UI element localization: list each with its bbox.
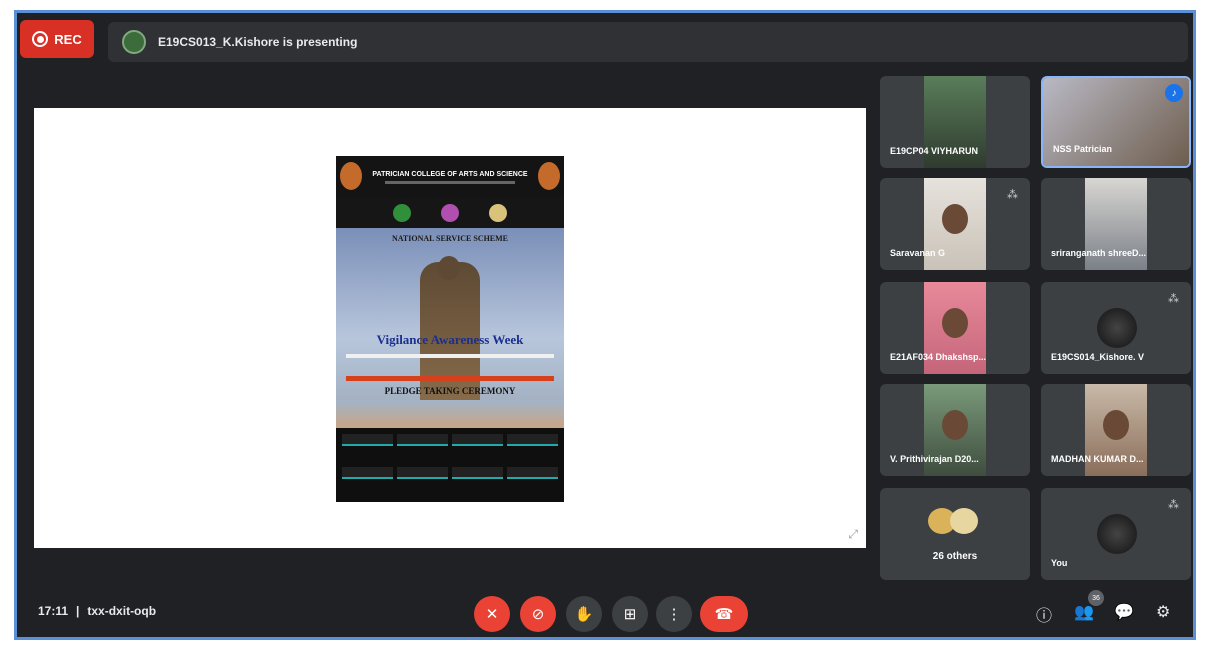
poster-subtitle: PLEDGE TAKING CEREMONY — [384, 386, 516, 396]
participant-name: E19CP04 VIYHARUN — [890, 146, 979, 156]
poster-contact — [507, 434, 558, 446]
participant-tile[interactable]: ⁂ E19CS014_Kishore. V — [1041, 282, 1191, 374]
clock: 17:11 — [38, 604, 69, 618]
participant-face — [942, 308, 968, 338]
mic-off-icon: ⁂ — [1168, 499, 1179, 511]
others-tile[interactable]: 26 others — [880, 488, 1030, 580]
camera-off-icon: ⊘ — [531, 606, 545, 623]
poster-header: PATRICIAN COLLEGE OF ARTS AND SCIENCE — [336, 156, 564, 198]
participant-face — [1103, 410, 1129, 440]
meeting-code: txx-dxit-oqb — [87, 604, 157, 618]
hangup-icon: ☎ — [714, 606, 734, 623]
participant-tile[interactable]: E19CP04 VIYHARUN — [880, 76, 1030, 168]
self-tile[interactable]: ⁂ You — [1041, 488, 1191, 580]
participant-name: E21AF034 Dhakshsp... — [890, 352, 987, 362]
leave-call-button[interactable]: ☎ — [700, 596, 748, 632]
participant-name: MADHAN KUMAR D... — [1051, 454, 1144, 464]
poster-contact — [452, 467, 503, 479]
shared-screen[interactable]: PATRICIAN COLLEGE OF ARTS AND SCIENCE NA… — [34, 108, 866, 548]
participant-name: You — [1051, 558, 1068, 568]
poster-body: NATIONAL SERVICE SCHEME Vigilance Awaren… — [336, 228, 564, 428]
poster-contact — [342, 467, 393, 479]
participant-avatar — [1097, 308, 1137, 348]
participant-name: NSS Patrician — [1053, 144, 1113, 154]
poster-contact — [507, 467, 558, 479]
event-poster: PATRICIAN COLLEGE OF ARTS AND SCIENCE NA… — [336, 156, 564, 502]
participant-face — [942, 204, 968, 234]
poster-contact — [452, 434, 503, 446]
meeting-info: 17:11 | txx-dxit-oqb — [38, 604, 156, 618]
poster-college-name: PATRICIAN COLLEGE OF ARTS AND SCIENCE — [372, 170, 528, 178]
mic-off-icon: ⁂ — [1168, 293, 1179, 305]
activities-icon[interactable]: ⚙ — [1156, 602, 1170, 622]
participant-name: Saravanan G — [890, 248, 946, 258]
participant-name: sriranganath shreeD... — [1051, 248, 1147, 258]
mic-toggle-button[interactable]: ✕ — [474, 596, 510, 632]
poster-footer — [336, 428, 564, 502]
participant-tile[interactable]: ♪ NSS Patrician — [1041, 76, 1191, 168]
poster-red-band — [346, 376, 554, 381]
purple-logo-icon — [441, 204, 459, 222]
chat-icon[interactable]: 💬 — [1114, 602, 1134, 622]
participant-name: E19CS014_Kishore. V — [1051, 352, 1145, 362]
expand-icon[interactable]: ⤢ — [848, 527, 858, 542]
statue-head — [438, 256, 460, 280]
people-icon[interactable]: 👥 — [1074, 602, 1094, 622]
record-icon — [32, 31, 49, 47]
camera-toggle-button[interactable]: ⊘ — [520, 596, 556, 632]
others-avatars-icon — [928, 508, 982, 534]
people-count-badge: 36 — [1088, 590, 1104, 606]
participant-tile[interactable]: E21AF034 Dhakshsp... — [880, 282, 1030, 374]
info-separator: | — [76, 604, 80, 618]
nss-logo-icon — [489, 204, 507, 222]
self-avatar — [1097, 514, 1137, 554]
hand-icon: ✋ — [574, 606, 594, 623]
more-options-button[interactable]: ⋮ — [656, 596, 692, 632]
poster-divider — [385, 180, 515, 184]
poster-unit: NATIONAL SERVICE SCHEME — [391, 234, 509, 243]
participant-face — [942, 410, 968, 440]
raise-hand-button[interactable]: ✋ — [566, 596, 602, 632]
info-icon[interactable]: ⓘ — [1036, 602, 1052, 626]
presenting-banner: E19CS013_K.Kishore is presenting — [108, 22, 1188, 62]
present-screen-icon: ⊞ — [623, 606, 637, 623]
green-logo-icon — [393, 204, 411, 222]
poster-contact — [397, 467, 448, 479]
participant-name: V. Prithivirajan D20... — [890, 454, 979, 464]
speaking-icon: ♪ — [1165, 84, 1183, 102]
poster-title: Vigilance Awareness Week — [376, 332, 524, 347]
recording-indicator: REC — [20, 20, 94, 58]
mic-off-icon: ✕ — [485, 606, 499, 623]
presenting-text: E19CS013_K.Kishore is presenting — [158, 35, 358, 49]
poster-contact — [342, 434, 393, 446]
founder-emblem-icon — [538, 162, 560, 190]
more-vert-icon: ⋮ — [666, 606, 682, 623]
poster-band — [346, 354, 554, 358]
college-emblem-icon — [340, 162, 362, 190]
present-button[interactable]: ⊞ — [612, 596, 648, 632]
rec-label: REC — [54, 31, 82, 47]
poster-contact — [397, 434, 448, 446]
poster-water — [336, 400, 564, 428]
others-count: 26 others — [932, 551, 978, 562]
participant-tile[interactable]: MADHAN KUMAR D... — [1041, 384, 1191, 476]
poster-logos — [336, 198, 564, 228]
participant-tile[interactable]: V. Prithivirajan D20... — [880, 384, 1030, 476]
mic-off-icon: ⁂ — [1007, 189, 1018, 201]
participant-tile[interactable]: ⁂ Saravanan G — [880, 178, 1030, 270]
presenter-avatar — [122, 30, 146, 54]
participant-tile[interactable]: sriranganath shreeD... — [1041, 178, 1191, 270]
